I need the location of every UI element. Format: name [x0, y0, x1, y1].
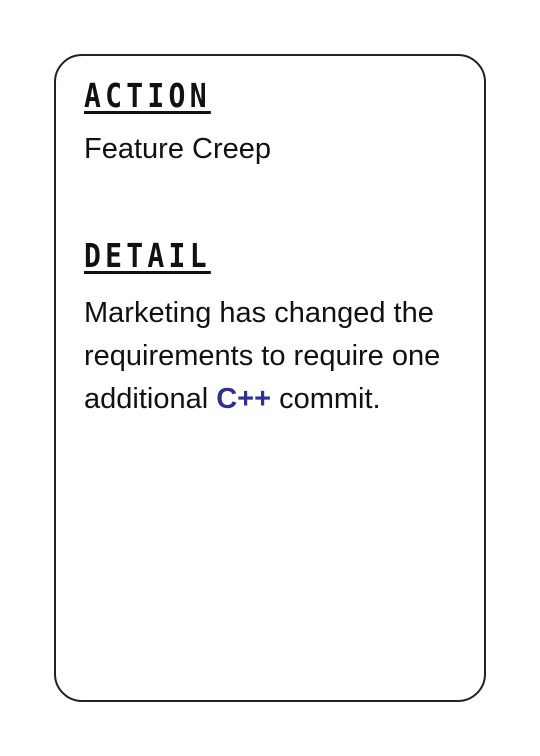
action-text: Feature Creep [84, 133, 271, 165]
card: ACTION Feature Creep DETAIL Marketing ha… [54, 54, 486, 702]
detail-text-after: commit. [271, 383, 381, 415]
detail-heading: DETAIL [84, 236, 211, 275]
detail-text: Marketing has changed the requirements t… [84, 292, 469, 421]
action-heading: ACTION [84, 76, 211, 115]
language-highlight: C++ [216, 383, 272, 415]
